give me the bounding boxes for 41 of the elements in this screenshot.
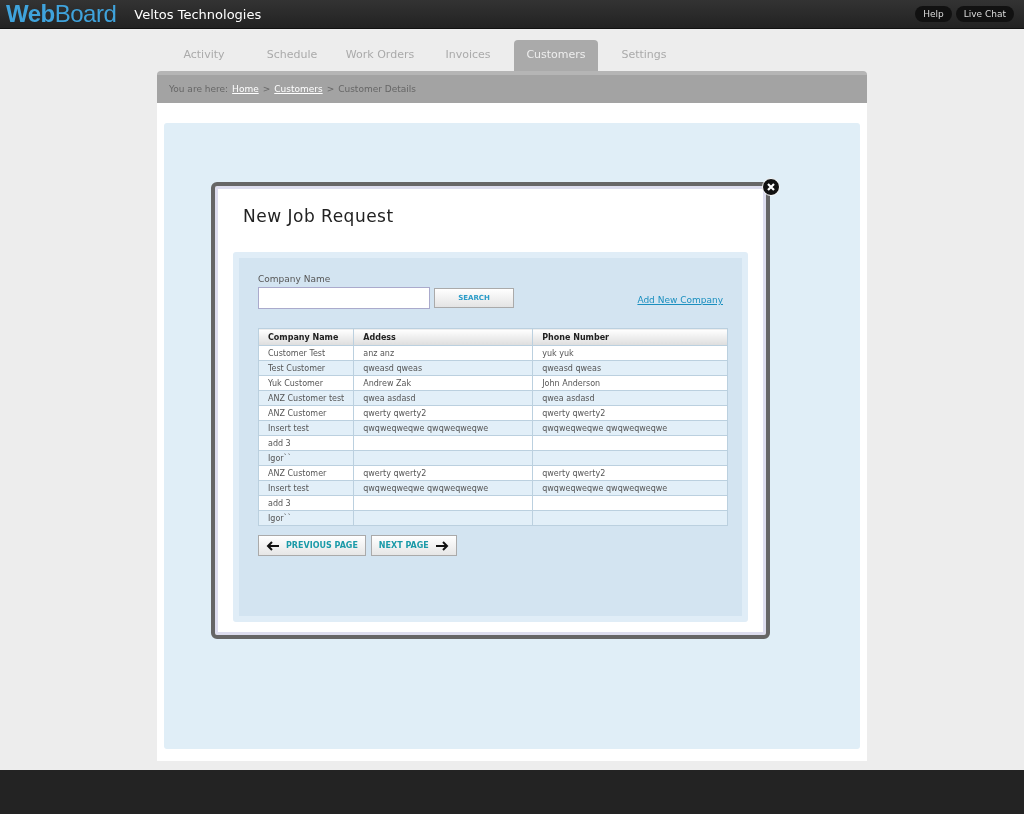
nav-tab[interactable]: Invoices bbox=[426, 40, 510, 71]
field-label: Company Name bbox=[258, 274, 332, 284]
breadcrumb-separator: > bbox=[326, 84, 335, 94]
table-cell: Andrew Zak bbox=[353, 375, 533, 391]
company-name: Veltos Technologies bbox=[134, 6, 262, 22]
breadcrumb-link[interactable]: Home bbox=[232, 84, 259, 94]
logo: WebBoard bbox=[6, 1, 117, 27]
column-header: Phone Number bbox=[532, 328, 728, 346]
column-header: Company Name bbox=[258, 328, 354, 346]
table-cell: ANZ Customer bbox=[258, 465, 354, 481]
add-company-link[interactable]: Add New Company bbox=[637, 295, 723, 305]
nav-tab[interactable]: Settings bbox=[602, 40, 686, 71]
right-arrow-icon bbox=[434, 540, 449, 551]
table-cell: qwerty qwerty2 bbox=[532, 405, 728, 421]
modal-title: New Job Request bbox=[242, 205, 395, 228]
previous-page-button[interactable]: PREVIOUS PAGE bbox=[258, 535, 366, 556]
header-button[interactable]: Help bbox=[915, 6, 952, 22]
breadcrumb-current: Customer Details bbox=[338, 84, 416, 94]
table-cell: qwerty qwerty2 bbox=[353, 405, 533, 421]
nav-tab[interactable]: Activity bbox=[162, 40, 246, 71]
table-cell: add 3 bbox=[258, 495, 354, 511]
table-cell: qwerty qwerty2 bbox=[532, 465, 728, 481]
table-cell: Yuk Customer bbox=[258, 375, 354, 391]
breadcrumb-separator: > bbox=[262, 84, 271, 94]
nav-tab[interactable]: Work Orders bbox=[338, 40, 422, 71]
nav-tab[interactable]: Schedule bbox=[250, 40, 334, 71]
header-button[interactable]: Live Chat bbox=[955, 6, 1014, 22]
table-cell: Customer Test bbox=[258, 345, 354, 361]
company-name-input[interactable] bbox=[258, 287, 430, 309]
table-cell: ANZ Customer bbox=[258, 405, 354, 421]
table-cell: yuk yuk bbox=[532, 345, 728, 361]
table-cell: add 3 bbox=[258, 435, 354, 451]
table-cell: qwerty qwerty2 bbox=[353, 465, 533, 481]
nav-tab[interactable]: Customers bbox=[514, 40, 598, 71]
breadcrumb-link[interactable]: Customers bbox=[274, 84, 323, 94]
table-cell: John Anderson bbox=[532, 375, 728, 391]
next-page-button[interactable]: NEXT PAGE bbox=[370, 535, 457, 556]
column-header: Addess bbox=[353, 328, 533, 346]
table-cell: anz anz bbox=[353, 345, 533, 361]
close-icon[interactable] bbox=[762, 178, 780, 196]
left-arrow-icon bbox=[266, 540, 280, 551]
